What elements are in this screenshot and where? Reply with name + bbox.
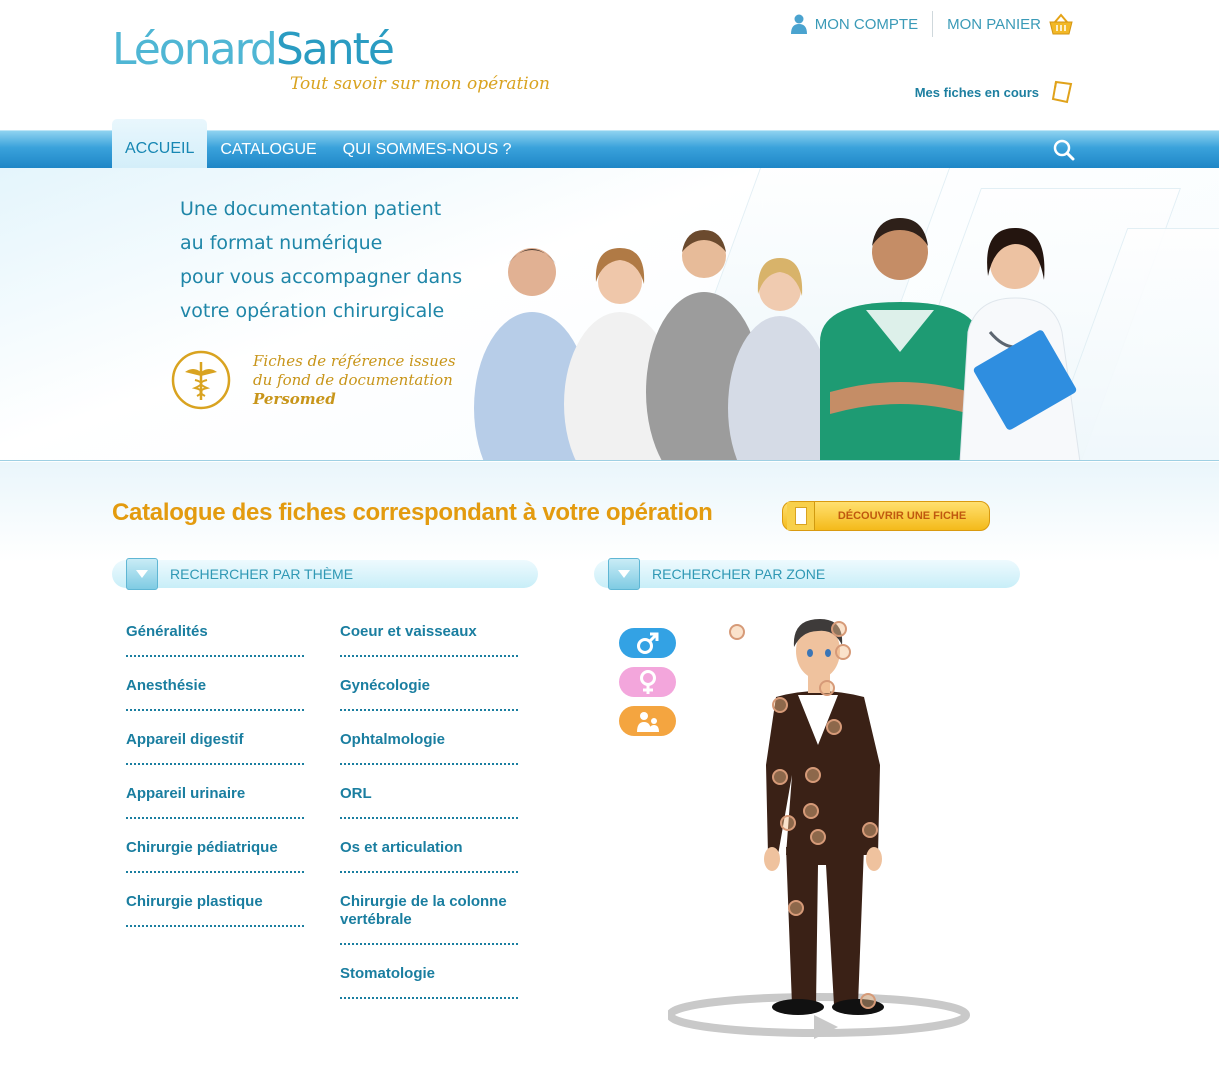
persomed-text: Fiches de référence issues du fond de do…: [253, 351, 456, 408]
toggle-zone-button[interactable]: [608, 558, 640, 590]
figure-shoe: [772, 999, 824, 1015]
figure-shoe: [832, 999, 884, 1015]
caduceus-icon: [171, 350, 231, 410]
hero-line: Une documentation patient: [180, 198, 442, 220]
cart-link[interactable]: MON PANIER: [947, 13, 1073, 35]
theme-link[interactable]: Généralités: [126, 615, 304, 657]
hero-line: votre opération chirurgicale: [180, 300, 445, 322]
discover-sheet-label: DÉCOUVRIR UNE FICHE: [837, 510, 967, 522]
nav-items: ACCUEIL CATALOGUE QUI SOMMES-NOUS ?: [112, 119, 525, 169]
nav-item-catalogue[interactable]: CATALOGUE: [207, 131, 329, 169]
female-icon: [639, 670, 656, 694]
user-icon: [790, 14, 807, 34]
theme-link[interactable]: Gynécologie: [340, 669, 518, 711]
parent-child-icon: [636, 712, 659, 732]
zone-section-label: RECHERCHER PAR ZONE: [652, 566, 826, 582]
logo-tagline: Tout savoir sur mon opération: [290, 74, 550, 94]
zone-hotspot[interactable]: [862, 822, 878, 838]
theme-list-right: Coeur et vaisseaux Gynécologie Ophtalmol…: [340, 615, 518, 999]
figure-hand: [764, 847, 780, 871]
person-figure: [728, 258, 832, 460]
zone-hotspot[interactable]: [835, 644, 851, 660]
theme-link[interactable]: Coeur et vaisseaux: [340, 615, 518, 657]
male-icon: [636, 632, 658, 654]
site-logo[interactable]: LéonardSanté Tout savoir sur mon opérati…: [112, 24, 550, 95]
hero-line: au format numérique: [180, 232, 383, 254]
theme-list-left: Généralités Anesthésie Appareil digestif…: [126, 615, 304, 927]
search-icon: [1053, 139, 1075, 161]
zone-hotspot[interactable]: [805, 767, 821, 783]
theme-link[interactable]: Stomatologie: [340, 957, 518, 999]
person-figure: [820, 218, 980, 460]
theme-section-label: RECHERCHER PAR THÈME: [170, 566, 354, 582]
zone-section-header[interactable]: RECHERCHER PAR ZONE: [594, 558, 1020, 590]
theme-link[interactable]: Chirurgie plastique: [126, 885, 304, 927]
theme-link[interactable]: Chirurgie de la colonne vertébrale: [340, 885, 518, 945]
theme-link[interactable]: Appareil digestif: [126, 723, 304, 765]
figure-hand: [866, 847, 882, 871]
my-sheets-link[interactable]: Mes fiches en cours: [915, 80, 1073, 104]
top-links: MON COMPTE MON PANIER: [790, 11, 1073, 37]
nav-item-accueil[interactable]: ACCUEIL: [112, 119, 208, 169]
zone-hotspot[interactable]: [788, 900, 804, 916]
cart-link-label: MON PANIER: [947, 15, 1041, 33]
zone-hotspot[interactable]: [831, 621, 847, 637]
zone-hotspot[interactable]: [803, 803, 819, 819]
nav-item-qui-sommes-nous[interactable]: QUI SOMMES-NOUS ?: [330, 131, 525, 169]
search-button[interactable]: [1053, 139, 1075, 166]
theme-link[interactable]: Ophtalmologie: [340, 723, 518, 765]
account-link[interactable]: MON COMPTE: [790, 14, 919, 34]
hero-people-illustration: [474, 218, 1081, 460]
theme-link[interactable]: Anesthésie: [126, 669, 304, 711]
chevron-down-icon: [618, 570, 630, 578]
my-sheets-label: Mes fiches en cours: [914, 84, 1039, 100]
basket-icon: [1049, 13, 1073, 35]
main-navbar: ACCUEIL CATALOGUE QUI SOMMES-NOUS ?: [0, 119, 1219, 169]
zone-hotspot[interactable]: [780, 815, 796, 831]
account-link-label: MON COMPTE: [814, 15, 919, 33]
theme-link[interactable]: Chirurgie pédiatrique: [126, 831, 304, 873]
zone-hotspot[interactable]: [772, 769, 788, 785]
person-figure: [959, 228, 1081, 460]
theme-section-header[interactable]: RECHERCHER PAR THÈME: [112, 558, 538, 590]
catalogue-title: Catalogue des fiches correspondant à vot…: [112, 499, 713, 526]
hero-line: pour vous accompagner dans: [180, 266, 463, 288]
zone-hotspot[interactable]: [826, 719, 842, 735]
theme-link[interactable]: Os et articulation: [340, 831, 518, 873]
zone-hotspot[interactable]: [819, 680, 835, 696]
toggle-theme-button[interactable]: [126, 558, 158, 590]
sheet-icon: [787, 502, 815, 530]
divider: [932, 11, 934, 37]
notebook-icon: [1051, 80, 1073, 104]
discover-sheet-button[interactable]: DÉCOUVRIR UNE FICHE: [782, 501, 990, 531]
hero-text: Une documentation patient au format numé…: [180, 192, 462, 328]
figure-eye: [825, 649, 831, 657]
theme-link[interactable]: Appareil urinaire: [126, 777, 304, 819]
zone-hotspot[interactable]: [810, 829, 826, 845]
persomed-block: Fiches de référence issues du fond de do…: [171, 350, 456, 410]
zone-hotspot[interactable]: [860, 993, 876, 1009]
figure-eye: [807, 649, 813, 657]
theme-link[interactable]: ORL: [340, 777, 518, 819]
logo-wordmark: LéonardSanté: [112, 24, 395, 75]
zone-hotspot[interactable]: [729, 624, 745, 640]
chevron-down-icon: [136, 570, 148, 578]
hero-banner: Une documentation patient au format numé…: [0, 168, 1219, 461]
figure-legs: [786, 847, 864, 1005]
zone-hotspot[interactable]: [772, 697, 788, 713]
